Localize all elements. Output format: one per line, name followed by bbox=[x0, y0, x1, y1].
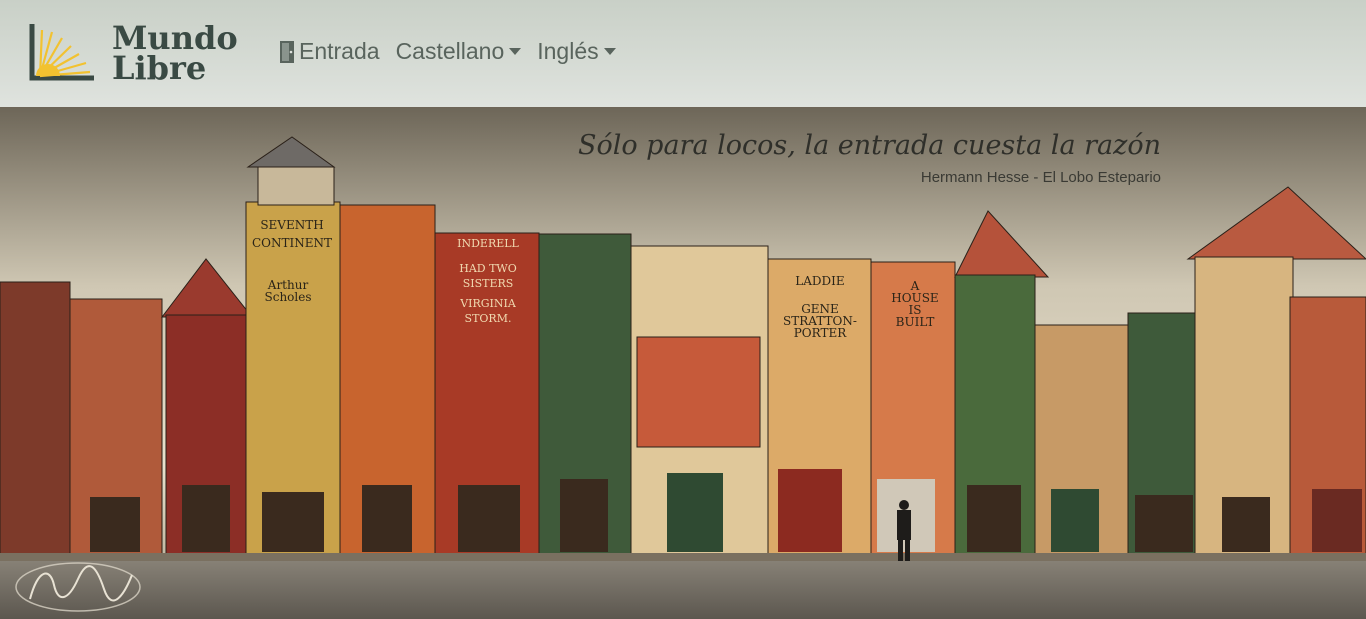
nav-entrada-label: Entrada bbox=[299, 38, 380, 64]
hero-quote: Sólo para locos, la entrada cuesta la ra… bbox=[578, 130, 1161, 186]
svg-text:SEVENTH: SEVENTH bbox=[260, 218, 323, 232]
caret-down-icon bbox=[509, 48, 522, 55]
nav-castellano-dropdown[interactable]: Castellano bbox=[396, 38, 522, 65]
svg-text:CONTINENT: CONTINENT bbox=[252, 236, 332, 250]
svg-text:VIRGINIA: VIRGINIA bbox=[459, 297, 517, 310]
artist-signature-icon bbox=[15, 562, 141, 612]
brand-line-2: Libre bbox=[112, 49, 207, 87]
nav-menu: Entrada Castellano Inglés bbox=[278, 38, 616, 65]
svg-text:Scholes: Scholes bbox=[265, 290, 312, 304]
navbar: Mundo Libre Entrada Castellano Inglés bbox=[0, 0, 1366, 107]
svg-text:BUILT: BUILT bbox=[896, 315, 935, 329]
nav-ingles-label: Inglés bbox=[537, 38, 599, 64]
nav-ingles-dropdown[interactable]: Inglés bbox=[537, 38, 616, 65]
svg-text:HAD TWO: HAD TWO bbox=[459, 262, 517, 275]
nav-castellano-label: Castellano bbox=[395, 38, 505, 64]
brand-name: Mundo Libre bbox=[112, 22, 238, 87]
svg-text:SISTERS: SISTERS bbox=[463, 277, 514, 290]
quote-text: Sólo para locos, la entrada cuesta la ra… bbox=[577, 130, 1161, 161]
sunrise-book-icon bbox=[29, 24, 94, 81]
door-icon bbox=[280, 40, 294, 63]
brand-link[interactable]: Mundo Libre bbox=[28, 22, 238, 84]
nav-entrada[interactable]: Entrada bbox=[278, 38, 380, 65]
svg-text:LADDIE: LADDIE bbox=[795, 274, 844, 288]
caret-down-icon bbox=[603, 48, 616, 55]
svg-text:PORTER: PORTER bbox=[794, 326, 848, 340]
svg-text:INDERELL: INDERELL bbox=[457, 237, 519, 250]
svg-text:STORM.: STORM. bbox=[465, 312, 512, 325]
quote-author: Hermann Hesse - El Lobo Estepario bbox=[920, 169, 1161, 186]
